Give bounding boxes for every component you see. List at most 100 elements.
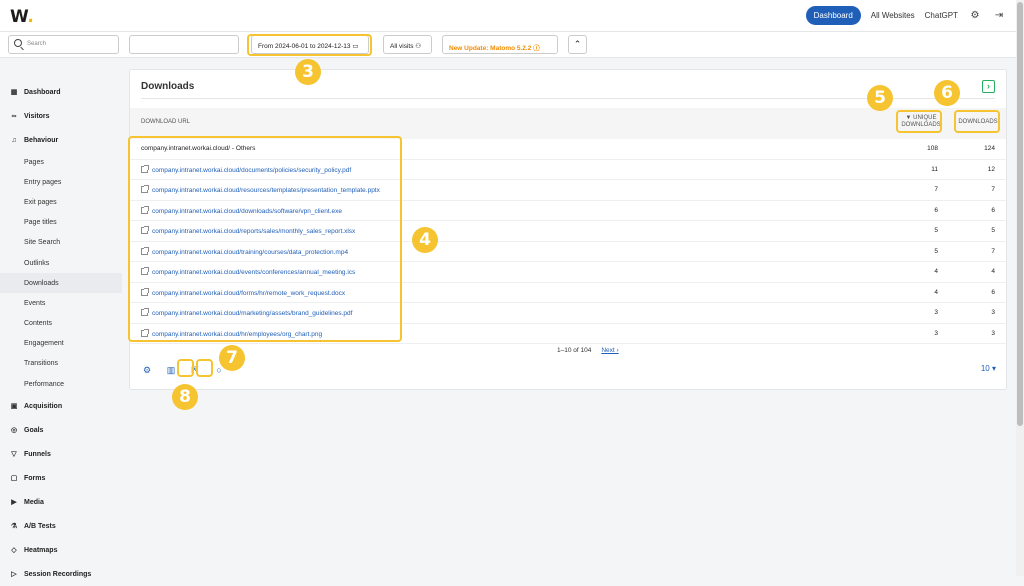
export-icon[interactable]: › — [982, 80, 995, 93]
step-marker: 4 — [412, 227, 438, 253]
table-view-icon[interactable]: ▥ — [164, 363, 178, 377]
top-bar: W. Dashboard All Websites ChatGPT ⚙ ⇥ — [0, 0, 1016, 32]
funnel-icon: ▽ — [11, 451, 17, 459]
downloads-value: 6 — [991, 288, 995, 296]
column-header-download-url[interactable]: DOWNLOAD URL — [141, 119, 190, 125]
sidebar: ▦ Dashboard ∞ Visitors ♫ Behaviour Pages En… — [0, 80, 122, 586]
next-page-link[interactable]: Next › — [601, 347, 618, 354]
sidebar-item-performance[interactable]: Performance — [0, 374, 122, 394]
table-row[interactable]: company.intranet.workai.cloud/events/con… — [130, 262, 1006, 283]
downloads-value: 3 — [991, 329, 995, 337]
sidebar-item-transitions[interactable]: Transitions — [0, 354, 122, 374]
external-link-icon — [141, 226, 149, 234]
external-link-icon — [141, 287, 149, 296]
row-url[interactable]: company.intranet.workai.cloud/documents/… — [141, 164, 351, 174]
all-websites-link[interactable]: All Websites — [871, 11, 915, 20]
sidebar-item-exit-pages[interactable]: Exit pages — [0, 192, 122, 212]
page-scrollbar[interactable] — [1016, 0, 1024, 576]
table-row[interactable]: company.intranet.workai.cloud/ - Others 1… — [130, 139, 1006, 160]
external-link-icon — [141, 185, 149, 193]
grid-icon: ▦ — [10, 89, 18, 96]
report-footer-icons: ⚙ ▥ ⇱ ○ — [140, 363, 226, 377]
sidebar-item-outlinks[interactable]: Outlinks — [0, 253, 122, 273]
downloads-value: 4 — [991, 268, 995, 275]
row-url[interactable]: company.intranet.workai.cloud/forms/hr/r… — [141, 287, 345, 297]
unique-downloads-value: 5 — [934, 247, 938, 255]
sidebar-item-contents[interactable]: Contents — [0, 314, 122, 334]
site-selector[interactable] — [129, 35, 239, 54]
row-url[interactable]: company.intranet.workai.cloud/downloads/… — [141, 205, 342, 215]
scrollbar-thumb[interactable] — [1017, 2, 1023, 426]
unique-downloads-value: 4 — [934, 268, 938, 275]
sidebar-item-events[interactable]: Events — [0, 293, 122, 313]
sidebar-item-page-titles[interactable]: Page titles — [0, 213, 122, 233]
sidebar-item-site-search[interactable]: Site Search — [0, 233, 122, 253]
table-row[interactable]: company.intranet.workai.cloud/resources/… — [130, 180, 1006, 201]
table-row[interactable]: company.intranet.workai.cloud/reports/sa… — [130, 221, 1006, 242]
play-icon: ▷ — [11, 571, 17, 579]
calendar-icon: ▭ — [352, 43, 359, 50]
unique-downloads-value: 4 — [934, 288, 938, 296]
export-report-icon[interactable]: ⇱ — [188, 363, 202, 377]
sidebar-item-acquisition[interactable]: ▣ Acquisition — [0, 394, 122, 418]
sidebar-item-entry-pages[interactable]: Entry pages — [0, 172, 122, 192]
segment-selector[interactable]: All visits ⚇ — [383, 35, 432, 54]
sidebar-item-ab-tests[interactable]: ⚗ A/B Tests — [0, 514, 122, 538]
sidebar-item-forms[interactable]: ▢ Forms — [0, 466, 122, 490]
sidebar-item-engagement[interactable]: Engagement — [0, 334, 122, 354]
step-marker: 3 — [295, 59, 321, 85]
row-limit-selector[interactable]: 10 ▾ — [981, 364, 996, 373]
sidebar-item-visitors[interactable]: ∞ Visitors — [0, 104, 122, 128]
settings-icon[interactable]: ⚙ — [140, 363, 154, 377]
row-url[interactable]: company.intranet.workai.cloud/ - Others — [141, 145, 255, 152]
date-range-selector[interactable]: From 2024-06-01 to 2024-12-13 ▭ — [251, 35, 369, 54]
unique-downloads-value: 5 — [934, 227, 938, 234]
row-url[interactable]: company.intranet.workai.cloud/events/con… — [141, 267, 355, 276]
column-header-downloads[interactable]: DOWNLOADS — [956, 119, 1000, 125]
sidebar-item-behaviour[interactable]: ♫ Behaviour — [0, 128, 122, 152]
row-url[interactable]: company.intranet.workai.cloud/marketing/… — [141, 308, 352, 317]
step-marker: 5 — [867, 85, 893, 111]
table-header: DOWNLOAD URL ▼ UNIQUE DOWNLOADS DOWNLOADS — [130, 108, 1006, 139]
external-link-icon — [141, 205, 149, 214]
row-url[interactable]: company.intranet.workai.cloud/training/c… — [141, 246, 348, 256]
chevrons-up-icon[interactable]: ⌃ — [568, 35, 587, 54]
sidebar-item-session-recordings[interactable]: ▷ Session Recordings — [0, 562, 122, 586]
table-row[interactable]: company.intranet.workai.cloud/marketing/… — [130, 303, 1006, 324]
table-row[interactable]: company.intranet.workai.cloud/documents/… — [130, 160, 1006, 180]
sidebar-item-funnels[interactable]: ▽ Funnels — [0, 442, 122, 466]
column-header-unique-downloads[interactable]: ▼ UNIQUE DOWNLOADS — [900, 115, 942, 129]
app-logo[interactable]: W. — [10, 7, 34, 27]
briefcase-icon: ▣ — [10, 403, 18, 411]
table-body: company.intranet.workai.cloud/ - Others 1… — [130, 139, 1006, 344]
toolbar: Search From 2024-06-01 to 2024-12-13 ▭ A… — [0, 32, 1016, 58]
table-row[interactable]: company.intranet.workai.cloud/forms/hr/r… — [130, 283, 1006, 303]
table-row[interactable]: company.intranet.workai.cloud/hr/employe… — [130, 324, 1006, 344]
sidebar-item-dashboard[interactable]: ▦ Dashboard — [0, 80, 122, 104]
sidebar-item-pages[interactable]: Pages — [0, 152, 122, 172]
downloads-value: 12 — [987, 165, 995, 173]
row-url[interactable]: company.intranet.workai.cloud/reports/sa… — [141, 226, 355, 235]
logout-icon[interactable]: ⇥ — [992, 10, 1006, 21]
sidebar-item-media[interactable]: ▶ Media — [0, 490, 122, 514]
dashboard-button[interactable]: Dashboard — [805, 6, 861, 25]
search-input[interactable]: Search — [8, 35, 119, 54]
media-icon: ▶ — [11, 499, 17, 507]
update-notice[interactable]: New Update: Matomo 5.2.2 ⓘ — [442, 35, 558, 54]
external-link-icon — [141, 308, 149, 316]
downloads-value: 7 — [991, 247, 995, 255]
downloads-report: Downloads › DOWNLOAD URL ▼ UNIQUE DOWNLOA… — [129, 69, 1007, 390]
table-row[interactable]: company.intranet.workai.cloud/training/c… — [130, 242, 1006, 262]
unique-downloads-value: 7 — [934, 186, 938, 193]
sidebar-item-downloads[interactable]: Downloads — [0, 273, 122, 294]
downloads-value: 3 — [991, 309, 995, 316]
chatgpt-link[interactable]: ChatGPT — [925, 11, 958, 20]
top-nav: Dashboard All Websites ChatGPT ⚙ ⇥ — [805, 6, 1006, 25]
sort-desc-icon: ▼ — [905, 115, 912, 121]
table-row[interactable]: company.intranet.workai.cloud/downloads/… — [130, 201, 1006, 221]
row-url[interactable]: company.intranet.workai.cloud/hr/employe… — [141, 328, 322, 338]
sidebar-item-goals[interactable]: ◎ Goals — [0, 418, 122, 442]
row-url[interactable]: company.intranet.workai.cloud/resources/… — [141, 185, 380, 194]
sidebar-item-heatmaps[interactable]: ◇ Heatmaps — [0, 538, 122, 562]
gear-icon[interactable]: ⚙ — [968, 10, 982, 21]
